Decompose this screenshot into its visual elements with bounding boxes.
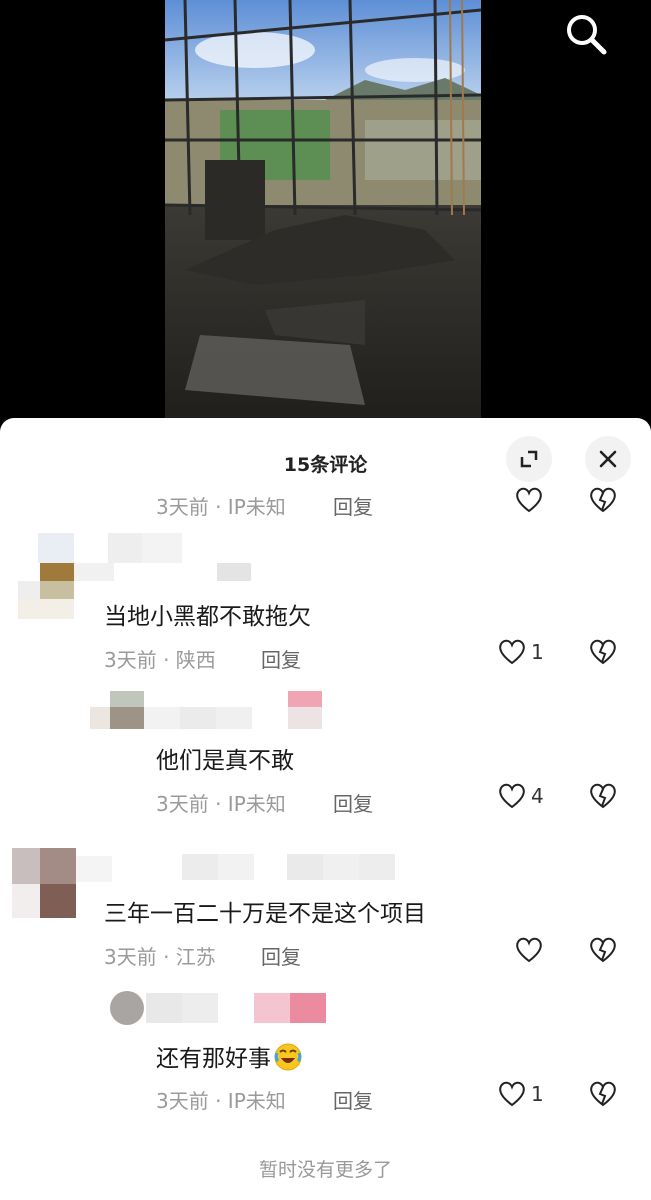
close-button[interactable] <box>585 436 631 482</box>
expand-button[interactable] <box>506 436 552 482</box>
broken-heart-icon <box>590 1081 616 1107</box>
search-icon <box>567 15 607 55</box>
comment-meta: 3天前 · IP未知 <box>156 792 286 816</box>
heart-outline-icon <box>516 487 542 513</box>
comment-meta: 3天前 · 江苏 <box>104 945 216 969</box>
comment-meta: 3天前 · IP未知 <box>156 1089 286 1113</box>
video-player[interactable] <box>165 0 481 420</box>
heart-outline-icon <box>499 1081 525 1107</box>
dislike-button[interactable] <box>588 1080 618 1112</box>
heart-outline-icon <box>499 783 525 809</box>
reply-button[interactable]: 回复 <box>333 491 373 520</box>
laughing-crying-emoji <box>273 1042 303 1078</box>
reply-button[interactable]: 回复 <box>333 788 373 817</box>
expand-icon <box>520 450 538 468</box>
comment-count-title: 15条评论 <box>283 454 368 476</box>
like-button[interactable]: 1 <box>497 638 544 666</box>
heart-outline-icon <box>499 639 525 665</box>
comment-meta: 3天前 · 陕西 <box>104 648 216 672</box>
reply-button[interactable]: 回复 <box>261 644 301 673</box>
broken-heart-icon <box>590 783 616 809</box>
broken-heart-icon <box>590 937 616 963</box>
comment-meta: 3天前 · IP未知 <box>156 495 286 519</box>
dislike-button[interactable] <box>588 782 618 814</box>
like-button[interactable] <box>514 936 544 964</box>
like-button[interactable]: 4 <box>497 782 544 810</box>
comment-sheet: 15条评论 3天前 · IP未知 回复 当地小黑都不敢拖欠 3天前 · 陕西 回… <box>0 418 651 1200</box>
like-count: 1 <box>531 640 544 664</box>
dislike-button[interactable] <box>588 486 618 518</box>
like-button[interactable]: 1 <box>497 1080 544 1108</box>
like-count: 1 <box>531 1082 544 1106</box>
close-icon <box>599 450 617 468</box>
like-button[interactable] <box>514 486 544 514</box>
reply-button[interactable]: 回复 <box>333 1085 373 1114</box>
like-count: 4 <box>531 784 544 808</box>
avatar-and-username-blurred <box>88 691 338 733</box>
comment-text: 三年一百二十万是不是这个项目 <box>104 901 426 927</box>
no-more-comments-text: 暂时没有更多了 <box>258 1159 392 1181</box>
reply-button[interactable]: 回复 <box>261 941 301 970</box>
comment-text: 还有那好事 <box>156 1039 303 1078</box>
search-button[interactable] <box>560 8 612 60</box>
dislike-button[interactable] <box>588 638 618 670</box>
avatar-and-username-blurred <box>106 991 346 1027</box>
construction-site-image <box>165 0 481 420</box>
broken-heart-icon <box>590 487 616 513</box>
broken-heart-icon <box>590 639 616 665</box>
comment-text: 当地小黑都不敢拖欠 <box>104 604 311 630</box>
comment-text: 他们是真不敢 <box>156 748 294 774</box>
dislike-button[interactable] <box>588 936 618 968</box>
heart-outline-icon <box>516 937 542 963</box>
